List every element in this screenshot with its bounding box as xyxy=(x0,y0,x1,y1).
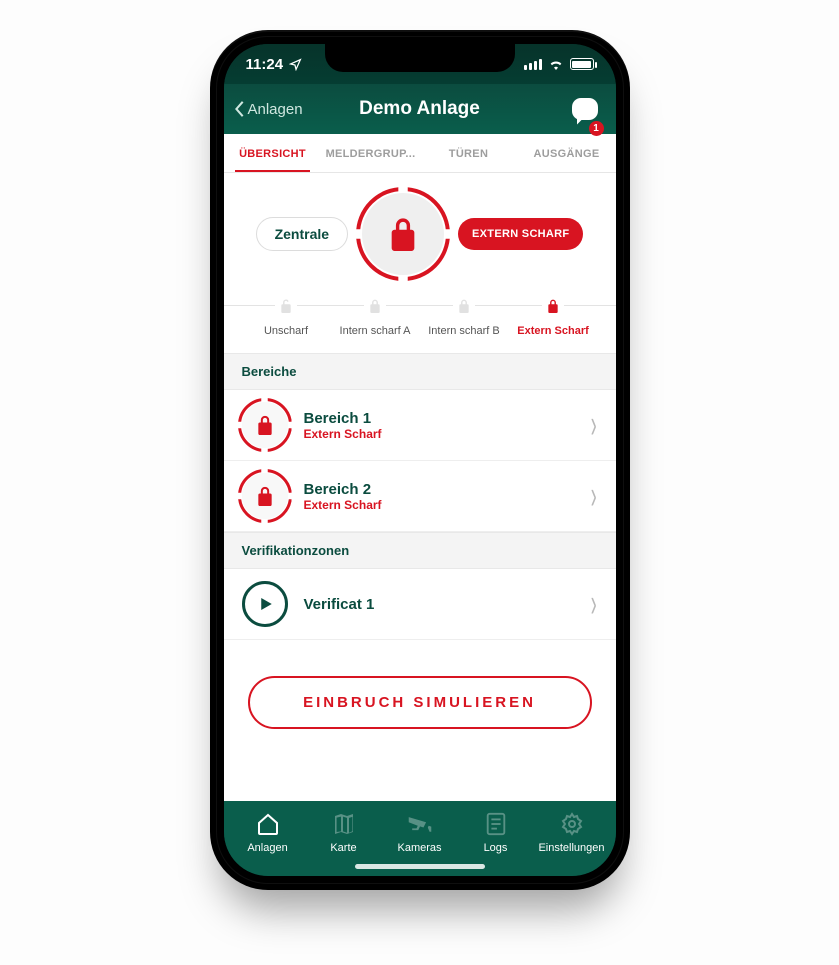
nav-karte[interactable]: Karte xyxy=(306,811,382,854)
area-title: Bereich 1 xyxy=(304,410,575,427)
simulate-button[interactable]: EINBRUCH SIMULIEREN xyxy=(248,676,592,729)
tab-overview[interactable]: ÜBERSICHT xyxy=(224,134,322,172)
area-row[interactable]: Bereich 2 Extern Scharf › xyxy=(224,461,616,532)
area-title: Bereich 2 xyxy=(304,481,575,498)
status-time: 11:24 xyxy=(246,56,284,73)
area-status-text: Extern Scharf xyxy=(304,427,575,441)
nav-kameras[interactable]: Kameras xyxy=(382,811,458,854)
map-icon xyxy=(331,811,357,837)
mode-label: Intern scharf B xyxy=(428,325,500,337)
verif-title: Verificat 1 xyxy=(304,596,575,613)
nav-label: Kameras xyxy=(397,842,441,854)
screen: 11:24 Anlagen Demo Anlage 1 ÜBERSICHT xyxy=(224,44,616,876)
chevron-right-icon: › xyxy=(591,581,597,628)
verif-play-icon xyxy=(242,581,288,627)
central-status-row: Zentrale EXTERN SCHARF xyxy=(224,173,616,289)
area-status-text: Extern Scharf xyxy=(304,498,575,512)
mode-extern[interactable]: Extern Scharf xyxy=(509,295,598,337)
mode-unscharf[interactable]: Unscharf xyxy=(242,295,331,337)
arm-status-pill[interactable]: EXTERN SCHARF xyxy=(458,218,583,250)
chevron-right-icon: › xyxy=(591,402,597,449)
notch xyxy=(325,44,515,72)
mode-intern-a[interactable]: Intern scharf A xyxy=(331,295,420,337)
chat-button[interactable]: 1 xyxy=(572,84,598,134)
tab-tueren[interactable]: TÜREN xyxy=(420,134,518,172)
nav-logs[interactable]: Logs xyxy=(458,811,534,854)
nav-label: Karte xyxy=(330,842,356,854)
section-areas-header: Bereiche xyxy=(224,353,616,390)
nav-header: Anlagen Demo Anlage 1 xyxy=(224,84,616,134)
location-icon xyxy=(289,58,302,71)
mode-label: Unscharf xyxy=(264,325,308,337)
nav-anlagen[interactable]: Anlagen xyxy=(230,811,306,854)
cell-signal-icon xyxy=(524,59,542,70)
tab-ausgaenge[interactable]: AUSGÄNGE xyxy=(518,134,616,172)
play-icon xyxy=(256,595,274,613)
lock-icon xyxy=(255,413,275,437)
mode-intern-b[interactable]: Intern scharf B xyxy=(420,295,509,337)
content: Zentrale EXTERN SCHARF Unscharf Intern s… xyxy=(224,173,616,801)
area-row[interactable]: Bereich 1 Extern Scharf › xyxy=(224,390,616,461)
chat-icon xyxy=(572,98,598,120)
mode-label: Extern Scharf xyxy=(517,325,589,337)
camera-icon xyxy=(407,811,433,837)
phone-frame: 11:24 Anlagen Demo Anlage 1 ÜBERSICHT xyxy=(210,30,630,890)
mode-label: Intern scharf A xyxy=(340,325,411,337)
lock-icon xyxy=(457,295,471,317)
wifi-icon xyxy=(548,58,564,70)
lock-icon xyxy=(255,484,275,508)
arm-toggle[interactable] xyxy=(362,193,444,275)
home-icon xyxy=(255,811,281,837)
battery-icon xyxy=(570,58,594,70)
nav-label: Logs xyxy=(484,842,508,854)
lock-icon xyxy=(368,295,382,317)
tab-bar: ÜBERSICHT MELDERGRUP... TÜREN AUSGÄNGE xyxy=(224,134,616,173)
zone-selector[interactable]: Zentrale xyxy=(256,217,348,251)
area-status-icon xyxy=(242,473,288,519)
nav-label: Anlagen xyxy=(247,842,287,854)
chevron-right-icon: › xyxy=(591,473,597,520)
page-title: Demo Anlage xyxy=(359,98,480,120)
chevron-left-icon xyxy=(234,100,246,118)
nav-label: Einstellungen xyxy=(538,842,604,854)
back-label: Anlagen xyxy=(248,101,303,118)
nav-settings[interactable]: Einstellungen xyxy=(534,811,610,854)
logs-icon xyxy=(483,811,509,837)
home-indicator[interactable] xyxy=(355,864,485,869)
arm-modes: Unscharf Intern scharf A Intern scharf B… xyxy=(224,289,616,353)
section-verif-header: Verifikationzonen xyxy=(224,532,616,569)
back-button[interactable]: Anlagen xyxy=(234,84,303,134)
unlock-icon xyxy=(279,295,293,317)
area-status-icon xyxy=(242,402,288,448)
lock-icon xyxy=(546,295,560,317)
tab-meldergruppen[interactable]: MELDERGRUP... xyxy=(322,134,420,172)
gear-icon xyxy=(559,811,585,837)
verif-row[interactable]: Verificat 1 › xyxy=(224,569,616,640)
